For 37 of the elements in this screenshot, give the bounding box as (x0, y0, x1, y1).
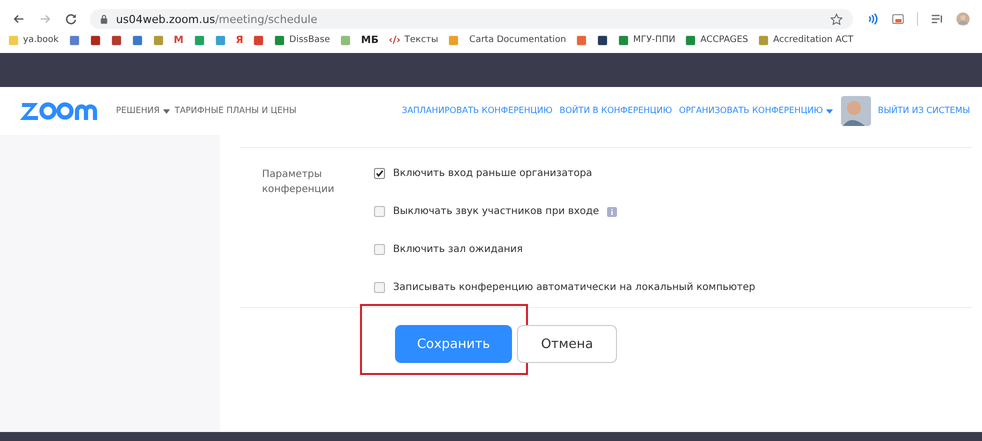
lock-icon (100, 14, 108, 24)
bookmark-icon[interactable] (90, 34, 101, 46)
cancel-button[interactable]: Отмена (517, 325, 617, 363)
checkbox[interactable] (374, 282, 385, 293)
bookmark-item[interactable]: ACCPAGES (685, 34, 748, 46)
bookmark-item[interactable]: DissBase (274, 34, 330, 46)
bookmark-item[interactable]: M (174, 34, 184, 46)
bookmark-item[interactable]: Carta Documentation (469, 35, 566, 45)
checkbox-label: Выключать звук участников при входе (393, 206, 599, 217)
back-icon[interactable] (12, 12, 26, 26)
checkbox-label: Включить вход раньше организатора (393, 168, 592, 179)
user-avatar[interactable] (840, 96, 871, 126)
profile-avatar[interactable] (956, 12, 970, 26)
bookmark-icon[interactable] (110, 34, 122, 46)
checkbox[interactable] (374, 168, 385, 179)
star-icon[interactable] (830, 12, 843, 26)
zoom-logo[interactable] (20, 101, 100, 121)
checkbox-label: Включить зал ожидания (393, 244, 523, 255)
section-label: Параметры конференции (262, 168, 336, 197)
reload-icon[interactable] (64, 12, 78, 26)
bookmark-item[interactable]: Я (236, 34, 244, 46)
bookmark-item[interactable]: ‹/› Тексты (388, 34, 438, 46)
checkbox[interactable] (374, 206, 385, 217)
info-icon[interactable] (607, 206, 617, 216)
bookmark-item[interactable]: ya.book (8, 34, 59, 46)
bookmark-item[interactable]: МБ (361, 34, 379, 46)
address-bar[interactable]: us04web.zoom.us/meeting/schedule (90, 9, 853, 29)
nav-link[interactable]: ТАРИФНЫЕ ПЛАНЫ И ЦЕНЫ (174, 106, 297, 116)
bookmark-item[interactable]: Accreditation ACT (758, 34, 854, 46)
bookmark-item[interactable]: МГУ-ППИ (618, 34, 676, 46)
url-text: us04web.zoom.us/meeting/schedule (116, 12, 318, 26)
checkbox[interactable] (374, 244, 385, 255)
checkbox-label: Записывать конференцию автоматически на локальный компьютер (393, 282, 756, 293)
bookmark-icon[interactable] (597, 34, 608, 46)
cast-icon[interactable] (891, 12, 905, 26)
playlist-icon[interactable] (930, 12, 944, 26)
nav-link[interactable]: РЕШЕНИЯ (116, 106, 170, 116)
